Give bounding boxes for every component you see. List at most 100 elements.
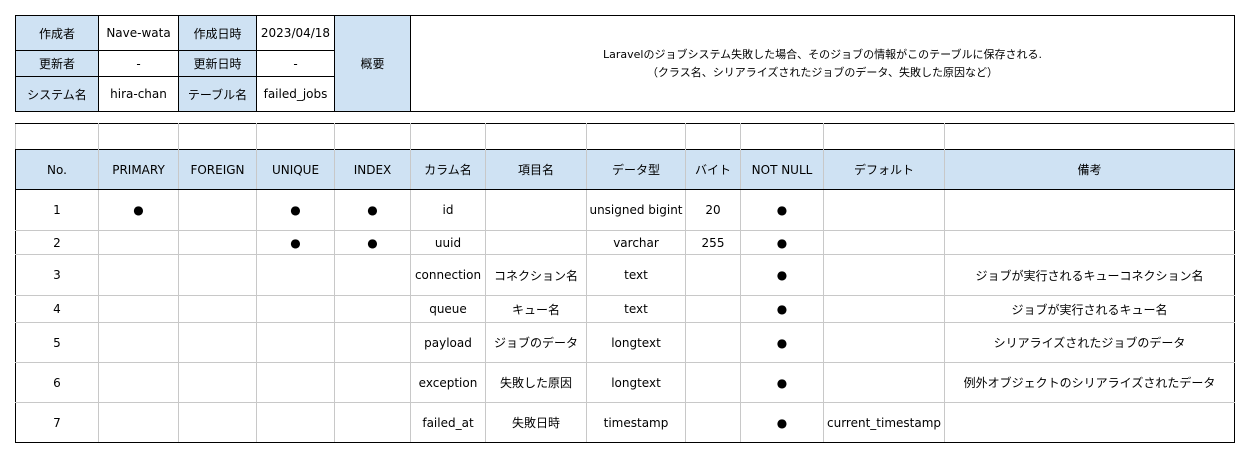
spacer-cell[interactable] xyxy=(823,123,945,150)
table-name-value[interactable]: failed_jobs xyxy=(256,76,335,112)
table-cell[interactable]: varchar xyxy=(586,230,686,255)
spacer-cell[interactable] xyxy=(944,123,1235,150)
table-cell[interactable] xyxy=(823,254,945,296)
table-cell[interactable]: text xyxy=(586,295,686,323)
table-cell[interactable]: ● xyxy=(740,295,824,323)
table-cell[interactable]: 失敗した原因 xyxy=(485,362,587,403)
table-cell[interactable]: id xyxy=(410,189,486,231)
table-cell[interactable] xyxy=(98,362,179,403)
table-cell[interactable]: 例外オブジェクトのシリアライズされたデータ xyxy=(944,362,1235,403)
table-cell[interactable]: longtext xyxy=(586,362,686,403)
table-cell[interactable] xyxy=(485,189,587,231)
table-cell[interactable]: ● xyxy=(740,254,824,296)
table-cell[interactable]: connection xyxy=(410,254,486,296)
spacer-cell[interactable] xyxy=(15,123,99,150)
table-cell[interactable]: ● xyxy=(740,322,824,363)
spacer-cell[interactable] xyxy=(178,123,257,150)
table-cell[interactable]: 255 xyxy=(685,230,741,255)
table-cell[interactable] xyxy=(256,322,335,363)
system-value[interactable]: hira-chan xyxy=(98,76,179,112)
table-cell[interactable]: 失敗日時 xyxy=(485,402,587,443)
table-cell[interactable] xyxy=(256,402,335,443)
table-cell[interactable] xyxy=(334,254,411,296)
table-cell[interactable]: ジョブが実行されるキューコネクション名 xyxy=(944,254,1235,296)
updated-value[interactable]: - xyxy=(256,50,335,77)
table-cell[interactable] xyxy=(256,362,335,403)
table-cell[interactable] xyxy=(823,322,945,363)
table-cell[interactable]: ● xyxy=(256,189,335,231)
table-cell[interactable] xyxy=(685,295,741,323)
table-cell[interactable] xyxy=(823,189,945,231)
table-cell[interactable]: longtext xyxy=(586,322,686,363)
table-cell[interactable] xyxy=(685,362,741,403)
table-cell[interactable] xyxy=(256,295,335,323)
spacer-cell[interactable] xyxy=(334,123,411,150)
table-cell[interactable] xyxy=(334,322,411,363)
table-cell[interactable]: exception xyxy=(410,362,486,403)
table-cell[interactable]: 6 xyxy=(15,362,99,403)
table-cell[interactable]: 2 xyxy=(15,230,99,255)
table-cell[interactable] xyxy=(256,254,335,296)
table-cell[interactable] xyxy=(178,189,257,231)
table-cell[interactable] xyxy=(685,402,741,443)
table-cell[interactable] xyxy=(98,322,179,363)
table-cell[interactable]: 3 xyxy=(15,254,99,296)
spacer-cell[interactable] xyxy=(485,123,587,150)
table-cell[interactable] xyxy=(334,362,411,403)
table-cell[interactable]: failed_at xyxy=(410,402,486,443)
table-cell[interactable] xyxy=(98,295,179,323)
table-cell[interactable]: unsigned bigint xyxy=(586,189,686,231)
spacer-cell[interactable] xyxy=(740,123,824,150)
table-cell[interactable] xyxy=(485,230,587,255)
table-cell[interactable]: queue xyxy=(410,295,486,323)
table-cell[interactable] xyxy=(944,402,1235,443)
table-cell[interactable]: ● xyxy=(98,189,179,231)
table-cell[interactable] xyxy=(685,322,741,363)
table-cell[interactable]: シリアライズされたジョブのデータ xyxy=(944,322,1235,363)
table-cell[interactable] xyxy=(178,230,257,255)
table-cell[interactable]: キュー名 xyxy=(485,295,587,323)
spacer-cell[interactable] xyxy=(586,123,686,150)
table-cell[interactable]: 1 xyxy=(15,189,99,231)
spacer-cell[interactable] xyxy=(685,123,741,150)
table-cell[interactable] xyxy=(944,189,1235,231)
table-cell[interactable]: ● xyxy=(740,230,824,255)
spacer-cell[interactable] xyxy=(410,123,486,150)
table-cell[interactable]: ジョブが実行されるキュー名 xyxy=(944,295,1235,323)
table-cell[interactable] xyxy=(334,402,411,443)
table-cell[interactable]: ● xyxy=(334,230,411,255)
table-cell[interactable] xyxy=(823,230,945,255)
spacer-cell[interactable] xyxy=(256,123,335,150)
table-cell[interactable]: 7 xyxy=(15,402,99,443)
table-cell[interactable]: payload xyxy=(410,322,486,363)
table-cell[interactable]: 20 xyxy=(685,189,741,231)
table-cell[interactable]: ● xyxy=(740,189,824,231)
table-cell[interactable]: current_timestamp xyxy=(823,402,945,443)
table-cell[interactable] xyxy=(334,295,411,323)
table-cell[interactable]: ● xyxy=(256,230,335,255)
created-value[interactable]: 2023/04/18 xyxy=(256,15,335,51)
table-cell[interactable] xyxy=(98,254,179,296)
table-cell[interactable] xyxy=(685,254,741,296)
table-cell[interactable]: コネクション名 xyxy=(485,254,587,296)
table-cell[interactable]: text xyxy=(586,254,686,296)
table-cell[interactable]: ● xyxy=(740,362,824,403)
table-cell[interactable]: 5 xyxy=(15,322,99,363)
table-cell[interactable] xyxy=(178,362,257,403)
spacer-cell[interactable] xyxy=(98,123,179,150)
table-cell[interactable] xyxy=(823,295,945,323)
table-cell[interactable] xyxy=(98,230,179,255)
table-cell[interactable]: uuid xyxy=(410,230,486,255)
table-cell[interactable]: ● xyxy=(334,189,411,231)
table-cell[interactable] xyxy=(98,402,179,443)
table-cell[interactable] xyxy=(178,322,257,363)
table-cell[interactable] xyxy=(823,362,945,403)
table-cell[interactable]: 4 xyxy=(15,295,99,323)
table-cell[interactable] xyxy=(178,295,257,323)
table-cell[interactable] xyxy=(178,254,257,296)
table-cell[interactable]: ジョブのデータ xyxy=(485,322,587,363)
table-cell[interactable] xyxy=(944,230,1235,255)
table-cell[interactable]: ● xyxy=(740,402,824,443)
updater-value[interactable]: - xyxy=(98,50,179,77)
author-value[interactable]: Nave-wata xyxy=(98,15,179,51)
